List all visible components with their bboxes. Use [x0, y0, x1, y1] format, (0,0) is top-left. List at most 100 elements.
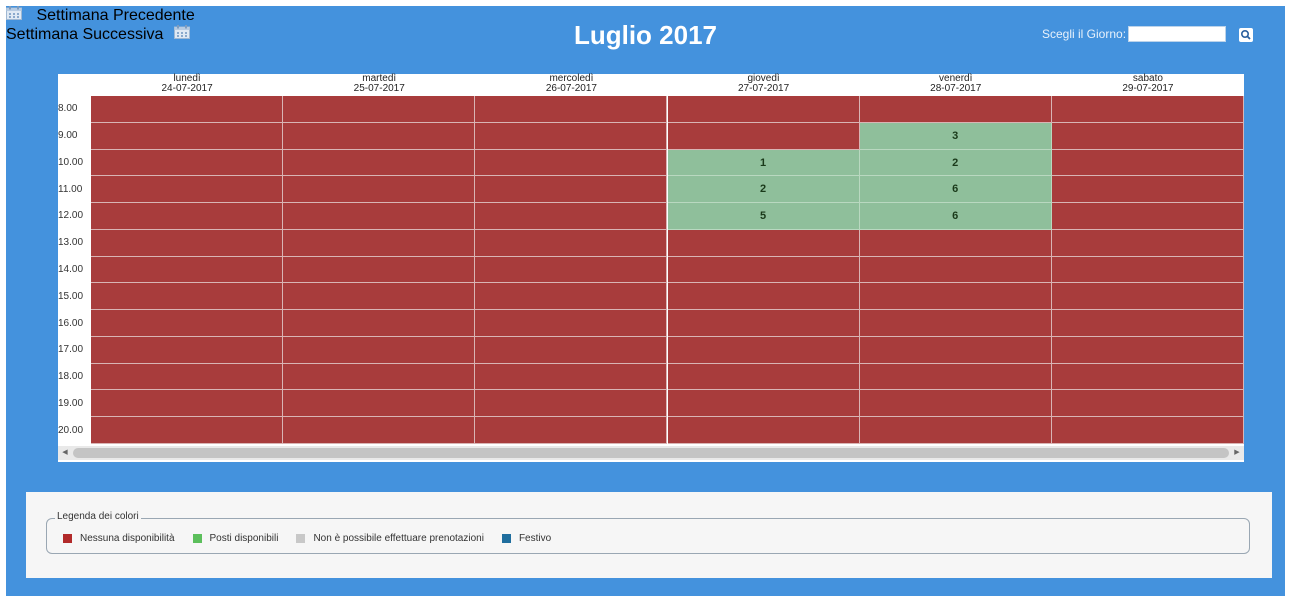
unavailable-slot — [475, 417, 668, 444]
day-date: 26-07-2017 — [545, 83, 597, 94]
legend-items: Nessuna disponibilità Posti disponibili No… — [63, 533, 569, 544]
unavailable-slot — [667, 96, 860, 123]
search-button[interactable] — [1239, 28, 1253, 42]
day-picker-label: Scegli il Giorno: — [1042, 27, 1127, 41]
unavailable-slot — [475, 203, 668, 230]
unavailable-slot — [283, 176, 476, 204]
legend-swatch — [501, 534, 511, 543]
unavailable-slot — [859, 417, 1052, 444]
unavailable-slot — [475, 283, 668, 311]
unavailable-slot — [1051, 256, 1244, 284]
unavailable-slot — [91, 229, 284, 257]
unavailable-slot — [859, 256, 1052, 284]
unavailable-slot — [667, 256, 860, 284]
unavailable-slot — [1051, 417, 1244, 444]
available-slot[interactable]: 2 — [859, 149, 1052, 177]
unavailable-slot — [283, 96, 476, 123]
hour-label: 18.00 — [58, 371, 84, 383]
day-header: mercoledì 26-07-2017 — [475, 74, 667, 96]
unavailable-slot — [667, 390, 860, 418]
day-input[interactable] — [1128, 26, 1227, 42]
legend-swatch — [296, 534, 306, 543]
previous-week-label: Settimana Precedente — [36, 7, 195, 24]
booking-page: Settimana Precedente Settimana Successiv… — [6, 6, 1285, 596]
unavailable-slot — [475, 310, 668, 337]
unavailable-slot — [91, 203, 284, 230]
unavailable-slot — [283, 122, 476, 150]
legend-label: Non è possibile effettuare prenotazioni — [313, 533, 484, 544]
arrow-right-icon[interactable]: ▶ — [1230, 446, 1244, 460]
unavailable-slot — [283, 203, 476, 230]
next-week-label: Settimana Successiva — [6, 26, 164, 43]
day-date: 28-07-2017 — [930, 83, 982, 94]
day-date: 24-07-2017 — [161, 83, 213, 94]
unavailable-slot — [475, 229, 668, 257]
unavailable-slot — [475, 363, 668, 391]
day-header: venerdì 28-07-2017 — [860, 74, 1052, 96]
available-slot[interactable]: 3 — [859, 122, 1052, 150]
hour-column: 8.00 9.00 10.00 11.00 12.00 13.00 14.00 15.00 16… — [58, 96, 91, 444]
hour-label: 9.00 — [58, 130, 78, 142]
day-date: 29-07-2017 — [1122, 83, 1174, 94]
day-picker: Scegli il Giorno: — [1042, 26, 1227, 42]
legend-item: Nessuna disponibilità — [63, 533, 175, 544]
unavailable-slot — [859, 390, 1052, 418]
unavailable-slot — [667, 336, 860, 364]
unavailable-slot — [283, 310, 476, 337]
legend-item: Posti disponibili — [192, 533, 278, 544]
available-slot[interactable]: 6 — [859, 203, 1052, 230]
unavailable-slot — [475, 256, 668, 284]
unavailable-slot — [475, 176, 668, 204]
hour-label: 11.00 — [58, 183, 83, 195]
unavailable-slot — [283, 149, 476, 177]
arrow-left-icon[interactable]: ◀ — [58, 446, 72, 460]
legend-title: Legenda dei colori — [55, 511, 141, 522]
day-header: giovedì 27-07-2017 — [668, 74, 860, 96]
unavailable-slot — [91, 417, 284, 444]
available-slot[interactable]: 6 — [859, 176, 1052, 204]
unavailable-slot — [475, 96, 668, 123]
legend-item: Festivo — [501, 533, 551, 544]
hour-label: 10.00 — [58, 156, 84, 168]
horizontal-scrollbar[interactable]: ◀ ▶ — [58, 446, 1244, 460]
unavailable-slot — [1051, 203, 1244, 230]
unavailable-slot — [91, 363, 284, 391]
unavailable-slot — [283, 363, 476, 391]
unavailable-slot — [1051, 229, 1244, 257]
unavailable-slot — [667, 310, 860, 337]
hour-label: 8.00 — [58, 103, 78, 115]
available-slot[interactable]: 1 — [667, 149, 860, 177]
day-header: lunedì 24-07-2017 — [91, 74, 283, 96]
day-date: 27-07-2017 — [738, 83, 790, 94]
legend-swatch — [192, 534, 202, 543]
unavailable-slot — [667, 229, 860, 257]
day-header: martedì 25-07-2017 — [283, 74, 475, 96]
unavailable-slot — [859, 310, 1052, 337]
unavailable-slot — [667, 363, 860, 391]
unavailable-slot — [475, 336, 668, 364]
unavailable-slot — [91, 390, 284, 418]
unavailable-slot — [1051, 363, 1244, 391]
weekly-calendar: lunedì 24-07-2017 martedì 25-07-2017 mercole… — [58, 74, 1244, 462]
unavailable-slot — [859, 96, 1052, 123]
hour-label: 20.00 — [58, 424, 84, 436]
unavailable-slot — [283, 390, 476, 418]
unavailable-slot — [667, 283, 860, 311]
unavailable-slot — [1051, 390, 1244, 418]
scroll-thumb[interactable] — [73, 448, 1229, 458]
unavailable-slot — [283, 336, 476, 364]
unavailable-slot — [91, 256, 284, 284]
unavailable-slot — [667, 122, 860, 150]
available-slot[interactable]: 5 — [667, 203, 860, 230]
legend-swatch — [63, 534, 72, 543]
available-slot[interactable]: 2 — [667, 176, 860, 204]
unavailable-slot — [1051, 336, 1244, 364]
unavailable-slot — [475, 149, 668, 177]
day-header: sabato 29-07-2017 — [1052, 74, 1244, 96]
previous-week-button[interactable]: Settimana Precedente — [6, 6, 1285, 25]
unavailable-slot — [283, 417, 476, 444]
search-icon — [1239, 29, 1253, 46]
hour-label: 13.00 — [58, 237, 84, 249]
unavailable-slot — [667, 417, 860, 444]
unavailable-slot — [859, 363, 1052, 391]
